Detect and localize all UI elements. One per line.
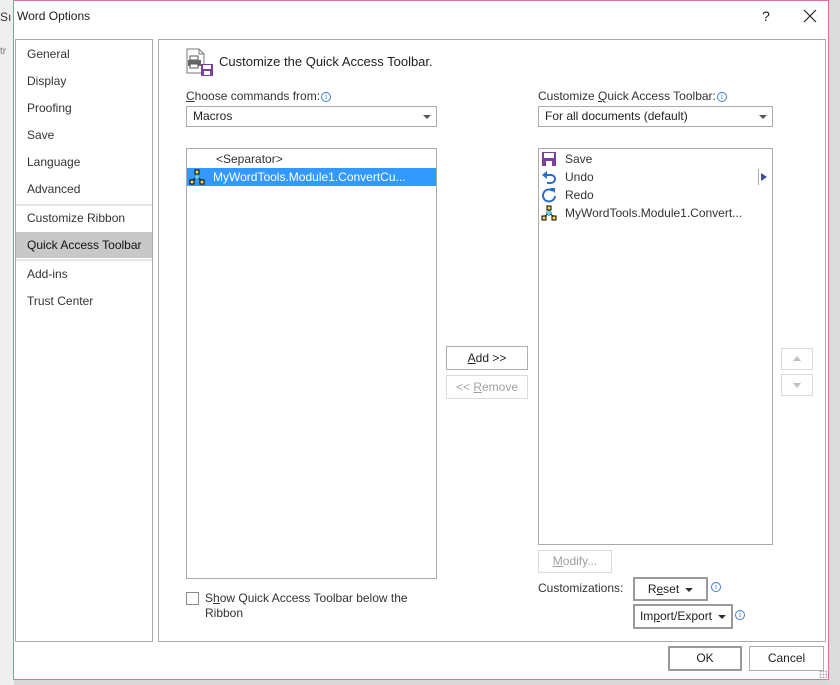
quick-access-toolbar-icon [186,48,213,76]
label-accelerator: R [473,380,482,394]
sidebar-item-general[interactable]: General [16,41,152,67]
submenu-arrow-icon[interactable] [761,173,767,181]
list-item-label: <Separator> [216,152,283,166]
close-button[interactable] [798,5,822,27]
save-icon [542,152,556,166]
choose-commands-dropdown[interactable]: Macros [186,106,437,127]
label-accelerator: C [186,89,195,103]
sidebar-item-trust-center[interactable]: Trust Center [16,288,152,314]
sidebar-nav: General Display Proofing Save Language A… [15,39,153,642]
label-text: emove [482,380,519,394]
list-item[interactable]: MyWordTools.Module1.Convert... [539,204,772,222]
remove-button[interactable]: << Remove [446,375,528,399]
toolbar-commands-list[interactable]: Save Undo Redo MyWordTools.Module1.Conve… [538,148,773,545]
main-panel: Customize the Quick Access Toolbar. Choo… [158,39,826,642]
choose-commands-label: Choose commands from: i [186,89,332,103]
list-item[interactable]: Save [539,150,772,168]
list-item-label: Redo [565,188,594,202]
available-commands-list[interactable]: <Separator> MyWordTools.Module1.ConvertC… [186,148,437,579]
ok-button[interactable]: OK [668,646,742,671]
arrow-up-icon [793,356,801,361]
help-button[interactable]: ? [758,5,774,27]
chevron-down-icon [718,614,727,619]
label-text: dd >> [475,351,507,365]
info-icon[interactable]: i [711,582,721,592]
sidebar-item-advanced[interactable]: Advanced [16,176,152,202]
sidebar-item-quick-access-toolbar[interactable]: Quick Access Toolbar [16,232,152,258]
info-icon[interactable]: i [735,610,745,620]
undo-icon [542,171,556,184]
sidebar-item-add-ins[interactable]: Add-ins [16,261,152,287]
page-title: Customize the Quick Access Toolbar. [219,54,433,69]
import-export-button[interactable]: Import/Export [633,604,733,629]
label-text: set [663,582,680,596]
label-accelerator: Q [598,89,608,103]
macro-icon [189,169,205,185]
label-text: Im [639,609,654,623]
resize-grip[interactable] [819,670,827,678]
label-text: Ribbon [205,606,244,620]
label-text: ort/Export [660,609,713,623]
label-text: << [455,380,474,394]
label-text: ow Quick Access Toolbar below the [219,591,408,605]
macro-icon [541,205,557,221]
list-item-label: MyWordTools.Module1.Convert... [565,206,743,220]
modify-button[interactable]: Modify... [538,550,612,573]
background-window: Sı tr [0,0,14,685]
word-options-dialog: Word Options ? General Display Proofing … [13,0,829,680]
arrow-down-icon [793,383,801,388]
chevron-down-icon [685,587,694,592]
label-text: S [205,591,214,605]
label-accelerator: A [467,351,476,365]
dialog-title: Word Options [17,9,91,23]
label-text: uick Access Toolbar: [607,89,716,103]
close-icon [803,9,817,23]
label-accelerator: h [213,591,220,605]
sidebar-item-language[interactable]: Language [16,149,152,175]
chevron-down-icon [423,115,431,119]
show-below-ribbon-label[interactable]: Show Quick Access Toolbar below the Ribb… [205,591,408,621]
list-item[interactable]: Redo [539,186,772,204]
chevron-down-icon [759,115,767,119]
background-text: Sı [0,10,12,24]
label-text: odify... [562,554,598,568]
list-item-label: MyWordTools.Module1.ConvertCu... [213,170,406,184]
label-accelerator: M [552,554,563,568]
list-item[interactable]: MyWordTools.Module1.ConvertCu... [187,168,436,186]
sidebar-item-save[interactable]: Save [16,122,152,148]
customize-toolbar-label: Customize Quick Access Toolbar: i [538,89,727,103]
cancel-button[interactable]: Cancel [749,646,824,671]
info-icon[interactable]: i [321,91,332,102]
submenu-divider [758,169,759,185]
sidebar-item-display[interactable]: Display [16,68,152,94]
reset-button[interactable]: Reset [633,577,708,601]
show-below-ribbon-checkbox[interactable] [186,592,199,605]
background-text: tr [0,46,7,57]
background-window-right [828,0,840,685]
sidebar-item-customize-ribbon[interactable]: Customize Ribbon [16,205,152,231]
customizations-label: Customizations: [538,581,624,595]
move-up-button[interactable] [781,348,813,370]
add-button[interactable]: Add >> [446,346,528,370]
move-down-button[interactable] [781,374,813,396]
label-accelerator: p [653,609,660,623]
redo-icon [542,188,556,203]
dropdown-value: Macros [193,109,233,123]
list-item-label: Undo [565,170,594,184]
dropdown-value: For all documents (default) [545,109,688,123]
label-text: hoose commands from: [194,89,321,103]
sidebar-item-proofing[interactable]: Proofing [16,95,152,121]
customize-toolbar-scope-dropdown[interactable]: For all documents (default) [538,106,773,127]
list-item[interactable]: Undo [539,168,772,186]
label-text: Customize [538,89,599,103]
info-icon[interactable]: i [716,91,727,102]
list-item[interactable]: <Separator> [187,150,436,168]
list-item-label: Save [565,152,593,166]
